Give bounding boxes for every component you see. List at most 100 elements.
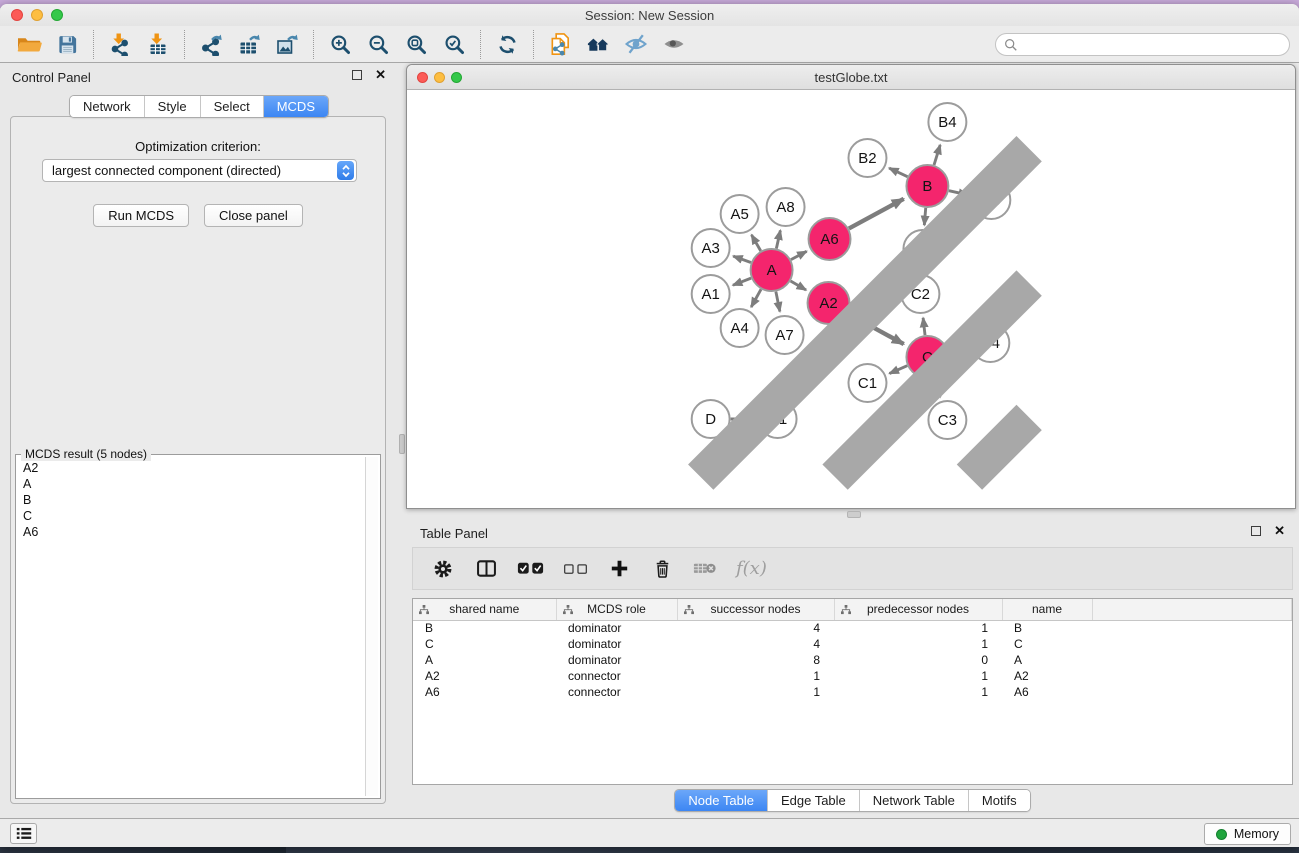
search-input[interactable] <box>1018 38 1281 52</box>
export-network-button[interactable] <box>192 29 230 60</box>
eye-slash-button[interactable] <box>617 29 655 60</box>
houses-button[interactable] <box>579 29 617 60</box>
run-mcds-button[interactable]: Run MCDS <box>93 204 189 227</box>
table-cell[interactable]: dominator <box>556 652 677 668</box>
table-row[interactable]: A6connector11A6 <box>413 684 1292 700</box>
select-all-button[interactable] <box>517 553 544 584</box>
table-row[interactable]: Adominator80A <box>413 652 1292 668</box>
mcds-result-item[interactable]: A6 <box>23 524 363 540</box>
zoom-fit-button[interactable] <box>397 29 435 60</box>
network-minimize-button[interactable] <box>434 72 445 83</box>
zoom-selected-button[interactable] <box>435 29 473 60</box>
mcds-result-item[interactable]: A <box>23 476 363 492</box>
table-cell[interactable]: 4 <box>677 620 834 636</box>
delete-table-button[interactable] <box>693 553 717 584</box>
save-session-button[interactable] <box>48 29 86 60</box>
formula-button[interactable]: f(x) <box>736 553 767 584</box>
tab-network-table[interactable]: Network Table <box>859 790 968 811</box>
table-cell[interactable]: C <box>413 636 556 652</box>
mcds-result-item[interactable]: C <box>23 508 363 524</box>
export-image-button[interactable] <box>268 29 306 60</box>
criterion-dropdown[interactable]: largest connected component (directed) <box>42 159 357 182</box>
settings-gear-button[interactable] <box>431 553 455 584</box>
table-cell[interactable]: A <box>413 652 556 668</box>
zoom-out-button[interactable] <box>359 29 397 60</box>
network-window-title: testGlobe.txt <box>815 70 888 85</box>
tab-mcds[interactable]: MCDS <box>263 96 328 117</box>
table-cell[interactable]: A2 <box>413 668 556 684</box>
network-maximize-button[interactable] <box>451 72 462 83</box>
zoom-in-button[interactable] <box>321 29 359 60</box>
horizontal-split-divider[interactable] <box>406 509 1299 520</box>
table-cell[interactable]: 1 <box>834 668 1002 684</box>
column-header-successor-nodes[interactable]: successor nodes <box>677 599 834 620</box>
refresh-button[interactable] <box>488 29 526 60</box>
close-window-button[interactable] <box>11 9 23 21</box>
tab-node-table[interactable]: Node Table <box>675 790 767 811</box>
table-cell[interactable]: connector <box>556 668 677 684</box>
split-panel-button[interactable] <box>474 553 498 584</box>
network-view-window: testGlobe.txt B4 B2 B B3 A8 A5 A6 A3 B1 … <box>406 64 1296 509</box>
memory-button[interactable]: Memory <box>1204 823 1291 845</box>
table-cell[interactable]: B <box>1002 620 1092 636</box>
vertical-split-divider[interactable] <box>398 64 406 818</box>
table-row[interactable]: A2connector11A2 <box>413 668 1292 684</box>
maximize-window-button[interactable] <box>51 9 63 21</box>
table-cell[interactable]: 1 <box>834 684 1002 700</box>
add-entry-button[interactable] <box>607 553 631 584</box>
search-box[interactable] <box>995 33 1290 56</box>
import-network-button[interactable] <box>101 29 139 60</box>
table-row[interactable]: Cdominator41C <box>413 636 1292 652</box>
mcds-result-item[interactable]: A2 <box>23 460 363 476</box>
column-header-shared-name[interactable]: shared name <box>413 599 556 620</box>
resize-grip-icon[interactable] <box>406 89 1294 507</box>
table-cell[interactable]: 8 <box>677 652 834 668</box>
tab-style[interactable]: Style <box>144 96 200 117</box>
table-cell[interactable]: 1 <box>834 636 1002 652</box>
minimize-window-button[interactable] <box>31 9 43 21</box>
divider-grip[interactable] <box>847 511 861 518</box>
tab-network[interactable]: Network <box>70 96 144 117</box>
float-panel-icon[interactable] <box>1251 526 1261 536</box>
table-cell[interactable]: A6 <box>413 684 556 700</box>
table-cell[interactable]: C <box>1002 636 1092 652</box>
table-cell[interactable]: connector <box>556 684 677 700</box>
table-cell[interactable]: 0 <box>834 652 1002 668</box>
column-header-predecessor-nodes[interactable]: predecessor nodes <box>834 599 1002 620</box>
table-cell[interactable]: 1 <box>677 668 834 684</box>
close-panel-icon[interactable]: ✕ <box>375 70 386 80</box>
divider-grip[interactable] <box>399 434 405 454</box>
delete-entry-button[interactable] <box>650 553 674 584</box>
table-cell[interactable]: 1 <box>834 620 1002 636</box>
result-scrollbar[interactable] <box>365 457 378 796</box>
import-table-button[interactable] <box>139 29 177 60</box>
table-cell[interactable]: dominator <box>556 636 677 652</box>
table-cell[interactable]: A6 <box>1002 684 1092 700</box>
show-panels-button[interactable] <box>10 823 37 844</box>
column-header-name[interactable]: name <box>1002 599 1092 620</box>
houses-icon <box>585 33 611 54</box>
deselect-all-button[interactable] <box>563 553 588 584</box>
table-cell[interactable]: A2 <box>1002 668 1092 684</box>
network-close-button[interactable] <box>417 72 428 83</box>
export-table-button[interactable] <box>230 29 268 60</box>
table-cell[interactable]: A <box>1002 652 1092 668</box>
table-cell[interactable]: 4 <box>677 636 834 652</box>
network-canvas[interactable]: B4 B2 B B3 A8 A5 A6 A3 B1 A A1 C2 A2 A4 … <box>407 90 1295 508</box>
table-cell[interactable]: dominator <box>556 620 677 636</box>
mcds-result-item[interactable]: B <box>23 492 363 508</box>
tab-motifs[interactable]: Motifs <box>968 790 1030 811</box>
float-panel-icon[interactable] <box>352 70 362 80</box>
table-cell[interactable]: 1 <box>677 684 834 700</box>
tab-select[interactable]: Select <box>200 96 263 117</box>
column-header-MCDS-role[interactable]: MCDS role <box>556 599 677 620</box>
dropdown-stepper-icon <box>337 161 354 180</box>
clone-network-button[interactable] <box>541 29 579 60</box>
eye-button[interactable] <box>655 29 693 60</box>
close-panel-button[interactable]: Close panel <box>204 204 303 227</box>
close-panel-icon[interactable]: ✕ <box>1274 526 1285 536</box>
tab-edge-table[interactable]: Edge Table <box>767 790 859 811</box>
table-row[interactable]: Bdominator41B <box>413 620 1292 636</box>
table-cell[interactable]: B <box>413 620 556 636</box>
open-session-button[interactable] <box>10 29 48 60</box>
